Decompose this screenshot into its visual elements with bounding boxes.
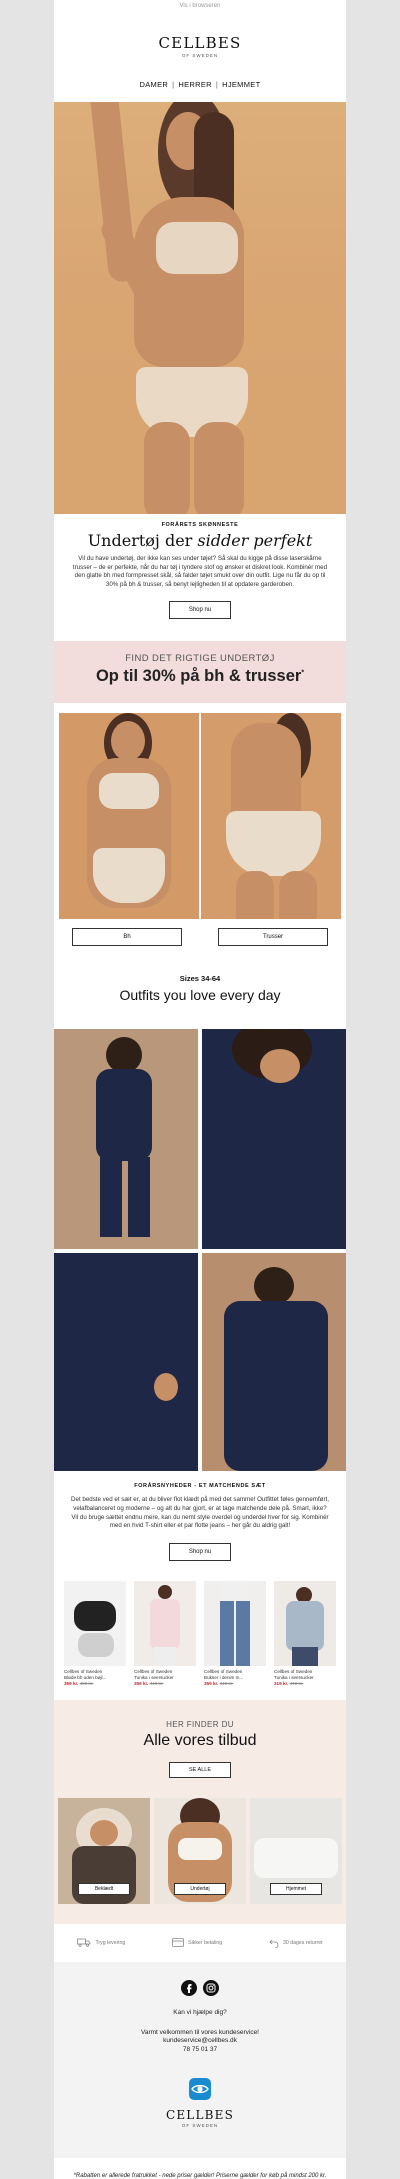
offers-title: Alle vores tilbud xyxy=(143,1731,257,1749)
product-image xyxy=(274,1580,336,1666)
usp-delivery: Tryg levering xyxy=(77,1938,125,1948)
bh-button[interactable]: Bh xyxy=(72,928,182,947)
email-body: Vis i browseren CELLBES OF SWEDEN DAMER |… xyxy=(54,0,346,2179)
view-in-browser-link[interactable]: Vis i browseren xyxy=(54,0,346,14)
disclaimer: *Rabatten er allerede fratrukket - nede … xyxy=(73,2172,327,2179)
outfit-image-1[interactable] xyxy=(54,1029,198,1250)
brand-logo[interactable]: CELLBES OF SWEDEN xyxy=(54,14,346,80)
hero-image[interactable] xyxy=(54,102,346,514)
hero-shop-button[interactable]: Shop nu xyxy=(169,601,231,620)
promo-band[interactable]: FIND DET RIGTIGE UNDERTØJ Op til 30% på … xyxy=(54,641,346,704)
briefs-image[interactable] xyxy=(201,713,341,920)
offer-tile-beklaedt[interactable]: Beklædt xyxy=(58,1797,150,1904)
set-body: Det bedste ved et sæt er, at du bliver f… xyxy=(71,1496,329,1530)
offer-tiles: Beklædt Undertøj Hjemmet xyxy=(54,1787,346,1924)
trusser-button[interactable]: Trusser xyxy=(218,928,328,947)
product-card[interactable]: Cellbes of Sweden Bløde bh uden bøjl... … xyxy=(64,1580,126,1687)
help-heading: Kan vi hjælpe dig? xyxy=(173,2008,227,2016)
support-phone[interactable]: 78 75 01 37 xyxy=(54,2046,346,2055)
product-image xyxy=(204,1580,266,1666)
offers-section: HER FINDER DU Alle vores tilbud SE ALLE xyxy=(54,1699,346,1788)
product-image xyxy=(64,1580,126,1666)
truck-icon xyxy=(77,1938,91,1948)
brand-name: CELLBES xyxy=(158,34,242,52)
hero-title: Undertøj der sidder perfekt xyxy=(87,531,313,550)
product-card[interactable]: Cellbes of Sweden Bukser i denim m... 35… xyxy=(204,1580,266,1687)
see-all-button[interactable]: SE ALLE xyxy=(169,1761,231,1778)
outfit-image-2[interactable] xyxy=(202,1029,346,1250)
product-card[interactable]: Cellbes of Sweden Tunika i seersucker 31… xyxy=(274,1580,336,1687)
footer-logo[interactable]: CELLBES OF SWEDEN xyxy=(54,2078,346,2128)
eye-logo-icon xyxy=(189,2078,211,2101)
usp-returns: 30 dages returret xyxy=(269,1938,323,1948)
outfit-image-3[interactable] xyxy=(54,1253,198,1472)
nav-item-herrer[interactable]: HERRER xyxy=(178,80,211,89)
card-icon xyxy=(172,1938,185,1948)
main-nav: DAMER | HERRER | HJEMMET xyxy=(139,80,261,89)
instagram-icon[interactable] xyxy=(203,1979,219,1996)
offers-kicker: HER FINDER DU xyxy=(166,1719,234,1729)
welcome-text: Varmt velkommen til vores kundeservice! xyxy=(140,2028,259,2036)
return-arrow-icon xyxy=(269,1939,279,1948)
sizes-kicker: Sizes 34-64 xyxy=(179,974,221,984)
product-card[interactable]: Cellbes of Sweden Tunika i seersucker 35… xyxy=(134,1580,196,1687)
offer-tile-hjemmet[interactable]: Hjemmet xyxy=(250,1797,342,1904)
usp-bar: Tryg levering Sikker betaling 30 dages r… xyxy=(54,1924,346,1962)
brand-sub: OF SWEDEN xyxy=(181,53,219,58)
set-kicker: FORÅRSNYHEDER - ET MATCHENDE SÆT xyxy=(134,1483,266,1490)
outfits-title: Outfits you love every day xyxy=(119,987,281,1004)
support-email[interactable]: kundeservice@cellbes.dk xyxy=(54,2037,346,2046)
outfit-image-4[interactable] xyxy=(202,1253,346,1472)
footer: Kan vi hjælpe dig? Varmt velkommen til v… xyxy=(54,1961,346,2158)
nav-item-hjemmet[interactable]: HJEMMET xyxy=(222,80,260,89)
product-image xyxy=(134,1580,196,1666)
set-shop-button[interactable]: Shop nu xyxy=(169,1542,231,1561)
hero-body: Vil du have undertøj, der ikke kan ses u… xyxy=(72,555,328,588)
promo-line1: FIND DET RIGTIGE UNDERTØJ xyxy=(125,653,275,665)
usp-payment: Sikker betaling xyxy=(172,1938,222,1948)
promo-line2: Op til 30% på bh & trusser* xyxy=(95,667,305,686)
bra-image[interactable] xyxy=(59,713,199,920)
offer-tile-undertoj[interactable]: Undertøj xyxy=(154,1797,246,1904)
nav-item-damer[interactable]: DAMER xyxy=(140,80,169,89)
facebook-icon[interactable] xyxy=(181,1979,197,1996)
hero-kicker: FORÅRETS SKØNNESTE xyxy=(161,522,239,528)
